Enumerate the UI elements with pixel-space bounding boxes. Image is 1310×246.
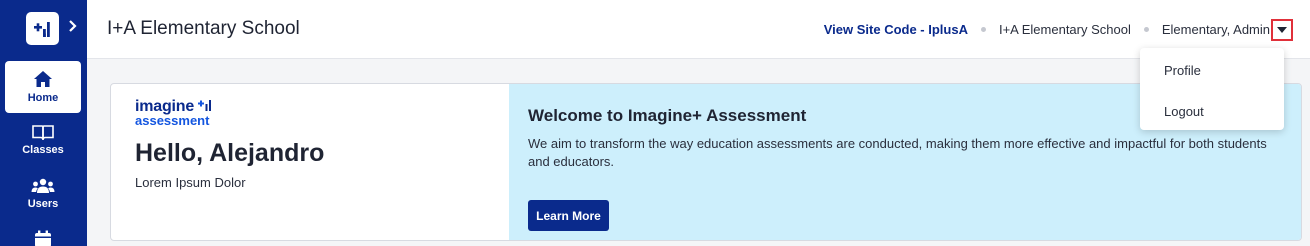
page-title: I+A Elementary School (107, 18, 300, 39)
welcome-description: We aim to transform the way education as… (528, 136, 1267, 169)
app-logo[interactable] (26, 12, 59, 45)
greeting-subtitle: Lorem Ipsum Dolor (135, 175, 246, 190)
logo-icon (33, 21, 50, 37)
user-name[interactable]: Elementary, Admin (1162, 22, 1270, 37)
plus-bars-icon (198, 100, 212, 111)
sidebar-item-home[interactable]: Home (5, 61, 81, 113)
sidebar-item-calendar[interactable] (5, 222, 81, 246)
separator-dot (1143, 27, 1149, 32)
user-menu-toggle[interactable] (1271, 18, 1293, 41)
sidebar-item-users[interactable]: Users (5, 168, 81, 220)
sidebar: Home Classes Users (0, 0, 87, 246)
users-icon (31, 178, 55, 193)
welcome-title: Welcome to Imagine+ Assessment (528, 106, 807, 125)
sidebar-item-classes[interactable]: Classes (5, 114, 81, 166)
menu-item-logout[interactable]: Logout (1164, 104, 1204, 119)
book-icon (32, 125, 54, 140)
school-name: I+A Elementary School (998, 22, 1131, 37)
sidebar-item-label: Home (27, 92, 59, 104)
top-header: I+A Elementary School View Site Code - I… (87, 0, 1310, 59)
greeting-panel: imagine assessment Hello, Alejandro Lore… (111, 84, 509, 240)
user-dropdown-menu: Profile Logout (1140, 48, 1284, 130)
greeting-heading: Hello, Alejandro (135, 139, 325, 167)
welcome-card: imagine assessment Hello, Alejandro Lore… (110, 83, 1302, 241)
sidebar-item-label: Users (27, 198, 59, 210)
imagine-assessment-logo: imagine assessment (135, 99, 212, 127)
view-site-code-link[interactable]: View Site Code - IplusA (824, 22, 968, 37)
brand-subtext: assessment (135, 113, 210, 128)
home-icon (34, 71, 52, 87)
expand-sidebar-icon[interactable] (68, 19, 78, 38)
learn-more-button[interactable]: Learn More (528, 200, 609, 231)
menu-item-profile[interactable]: Profile (1164, 63, 1201, 78)
separator-dot (980, 27, 986, 32)
sidebar-item-label: Classes (22, 144, 64, 156)
caret-down-icon (1277, 26, 1287, 33)
calendar-icon (35, 230, 51, 246)
